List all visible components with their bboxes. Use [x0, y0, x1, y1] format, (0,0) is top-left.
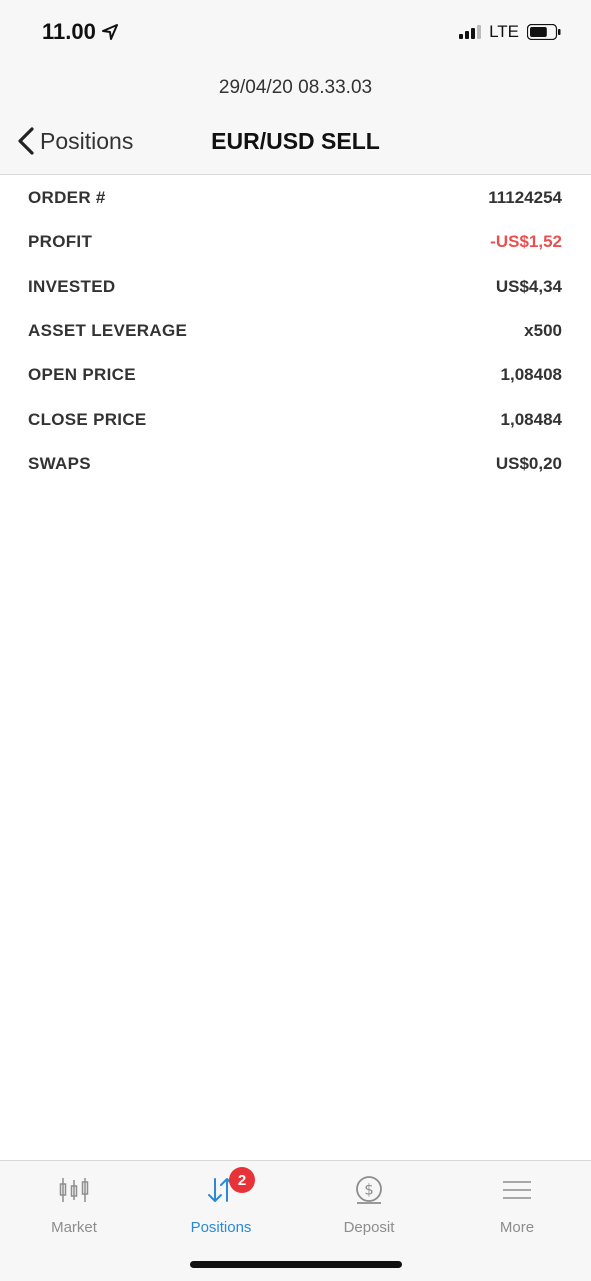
tab-more[interactable]: More — [443, 1173, 591, 1236]
detail-label: INVESTED — [28, 276, 116, 296]
detail-value: x500 — [524, 321, 562, 341]
notification-badge: 2 — [229, 1167, 255, 1193]
detail-row: PROFIT -US$1,52 — [0, 220, 591, 264]
detail-label: PROFIT — [28, 232, 93, 252]
candlestick-icon — [59, 1178, 89, 1202]
detail-label: ASSET LEVERAGE — [28, 321, 188, 341]
detail-label: OPEN PRICE — [28, 365, 136, 385]
tab-label: More — [499, 1219, 535, 1236]
order-details: ORDER # 11124254 PROFIT -US$1,52 INVESTE… — [0, 176, 591, 486]
tab-deposit[interactable]: $ Deposit — [295, 1173, 443, 1236]
tab-positions[interactable]: 2 Positions — [147, 1167, 295, 1236]
order-timestamp: 29/04/20 08.33.03 — [218, 77, 373, 98]
signal-icon — [459, 25, 482, 39]
profit-value: -US$1,52 — [490, 232, 562, 252]
detail-value: US$0,20 — [495, 453, 562, 473]
network-type: LTE — [489, 22, 519, 41]
detail-row: SWAPS US$0,20 — [0, 442, 591, 486]
location-arrow-icon — [101, 24, 118, 40]
detail-row: ASSET LEVERAGE x500 — [0, 309, 591, 353]
top-bar: 11.00 LTE 29/04/20 08.33.03 Positions EU… — [0, 0, 591, 175]
detail-row: CLOSE PRICE 1,08484 — [0, 397, 591, 441]
tab-label: Market — [51, 1219, 97, 1236]
detail-value: 1,08484 — [500, 409, 562, 429]
menu-lines-icon — [503, 1181, 531, 1199]
page-title: EUR/USD SELL — [211, 128, 380, 154]
status-indicators: LTE — [459, 22, 561, 42]
dollar-coin-icon: $ — [356, 1176, 382, 1204]
detail-label: ORDER # — [28, 188, 106, 208]
detail-value: 11124254 — [488, 188, 562, 208]
detail-value: 1,08408 — [500, 365, 562, 385]
detail-row: INVESTED US$4,34 — [0, 265, 591, 309]
battery-icon — [527, 24, 561, 40]
home-indicator[interactable] — [190, 1261, 402, 1268]
tab-label: Deposit — [343, 1219, 395, 1236]
detail-value: US$4,34 — [495, 276, 562, 296]
detail-row: OPEN PRICE 1,08408 — [0, 353, 591, 397]
svg-text:$: $ — [364, 1181, 374, 1199]
status-time: 11.00 — [42, 19, 118, 45]
detail-label: SWAPS — [28, 453, 91, 473]
status-time-text: 11.00 — [42, 19, 96, 44]
tab-market[interactable]: Market — [0, 1173, 148, 1236]
tab-label: Positions — [190, 1219, 252, 1236]
detail-row: ORDER # 11124254 — [0, 176, 591, 220]
detail-label: CLOSE PRICE — [28, 409, 147, 429]
